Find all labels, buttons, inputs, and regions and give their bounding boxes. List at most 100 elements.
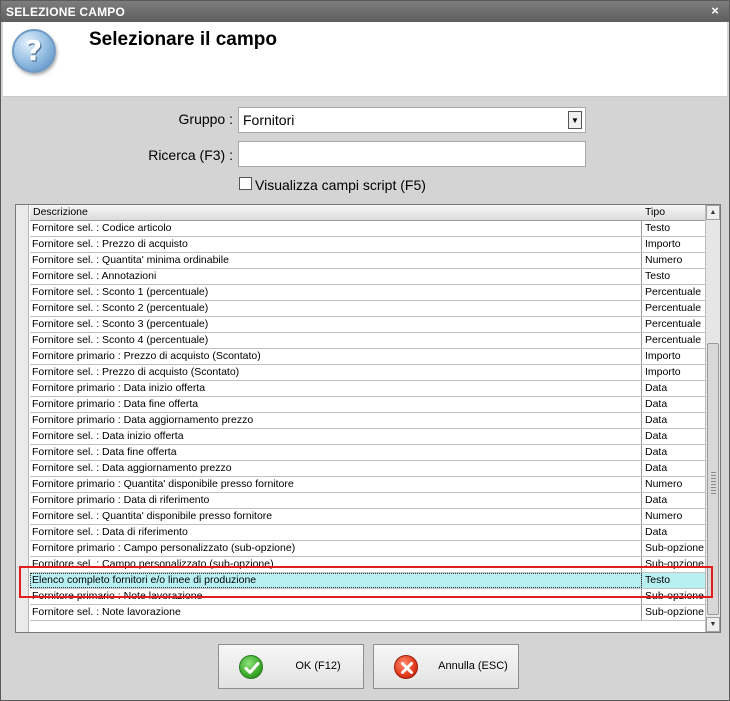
cell-tipo[interactable]: Sub-opzione: [642, 541, 707, 556]
cell-descrizione[interactable]: Fornitore sel. : Sconto 3 (percentuale): [30, 317, 642, 332]
script-checkbox[interactable]: [239, 177, 252, 190]
cell-descrizione[interactable]: Fornitore sel. : Sconto 2 (percentuale): [30, 301, 642, 316]
cell-tipo[interactable]: Numero: [642, 477, 707, 492]
table-row[interactable]: Fornitore primario : Data fine offerta Da…: [30, 397, 707, 413]
cell-tipo[interactable]: Testo: [642, 573, 707, 588]
table-row[interactable]: Fornitore sel. : Sconto 1 (percentuale) P…: [30, 285, 707, 301]
title-bar[interactable]: SELEZIONE CAMPO ×: [1, 1, 729, 22]
cell-tipo[interactable]: Testo: [642, 221, 707, 236]
cell-descrizione[interactable]: Fornitore primario : Prezzo di acquisto …: [30, 349, 642, 364]
column-header-descrizione[interactable]: Descrizione: [30, 205, 643, 221]
cell-descrizione[interactable]: Fornitore primario : Note lavorazione: [30, 589, 642, 604]
table-row[interactable]: Fornitore sel. : Data fine offerta Data: [30, 445, 707, 461]
table-row[interactable]: Fornitore sel. : Sconto 2 (percentuale) P…: [30, 301, 707, 317]
cell-tipo[interactable]: Importo: [642, 237, 707, 252]
cell-descrizione[interactable]: Fornitore sel. : Annotazioni: [30, 269, 642, 284]
cell-tipo[interactable]: Percentuale: [642, 317, 707, 332]
group-select[interactable]: Fornitori ▼: [238, 107, 586, 133]
script-checkbox-label[interactable]: Visualizza campi script (F5): [255, 177, 426, 193]
table-row[interactable]: Fornitore sel. : Campo personalizzato (s…: [30, 557, 707, 573]
table-row[interactable]: Fornitore sel. : Data di riferimento Data: [30, 525, 707, 541]
cell-tipo[interactable]: Data: [642, 429, 707, 444]
cell-tipo[interactable]: Sub-opzione: [642, 589, 707, 604]
cell-tipo[interactable]: Sub-opzione: [642, 557, 707, 572]
table-row[interactable]: Fornitore sel. : Prezzo di acquisto Impor…: [30, 237, 707, 253]
cell-tipo[interactable]: Percentuale: [642, 285, 707, 300]
cell-tipo[interactable]: Importo: [642, 349, 707, 364]
cell-descrizione[interactable]: Elenco completo fornitori e/o linee di p…: [30, 573, 642, 588]
check-icon: [239, 655, 263, 679]
table-row[interactable]: Fornitore sel. : Codice articolo Testo: [30, 221, 707, 237]
cell-descrizione[interactable]: Fornitore sel. : Data di riferimento: [30, 525, 642, 540]
table-row[interactable]: Fornitore primario : Quantita' disponibi…: [30, 477, 707, 493]
cell-descrizione[interactable]: Fornitore sel. : Quantita' minima ordina…: [30, 253, 642, 268]
table-row[interactable]: Fornitore primario : Note lavorazione Sub…: [30, 589, 707, 605]
grip-icon: [711, 472, 716, 494]
table-row[interactable]: Elenco completo fornitori e/o linee di p…: [30, 573, 707, 589]
table-row[interactable]: Fornitore sel. : Note lavorazione Sub-opz…: [30, 605, 707, 621]
cell-descrizione[interactable]: Fornitore primario : Data fine offerta: [30, 397, 642, 412]
table-row[interactable]: Fornitore sel. : Quantita' minima ordina…: [30, 253, 707, 269]
cell-descrizione[interactable]: Fornitore sel. : Sconto 4 (percentuale): [30, 333, 642, 348]
table-row[interactable]: Fornitore sel. : Quantita' disponibile p…: [30, 509, 707, 525]
cancel-icon: [394, 655, 418, 679]
cell-descrizione[interactable]: Fornitore sel. : Data inizio offerta: [30, 429, 642, 444]
scroll-up-icon[interactable]: ▲: [706, 205, 720, 220]
cell-descrizione[interactable]: Fornitore sel. : Campo personalizzato (s…: [30, 557, 642, 572]
cell-tipo[interactable]: Data: [642, 493, 707, 508]
cell-descrizione[interactable]: Fornitore sel. : Prezzo di acquisto: [30, 237, 642, 252]
cell-tipo[interactable]: Data: [642, 381, 707, 396]
search-input[interactable]: [238, 141, 586, 167]
ok-button[interactable]: OK (F12): [218, 644, 364, 689]
cell-tipo[interactable]: Data: [642, 525, 707, 540]
table-row[interactable]: Fornitore primario : Data di riferimento…: [30, 493, 707, 509]
table-row[interactable]: Fornitore primario : Data inizio offerta…: [30, 381, 707, 397]
table-row[interactable]: Fornitore sel. : Sconto 4 (percentuale) P…: [30, 333, 707, 349]
cell-descrizione[interactable]: Fornitore sel. : Prezzo di acquisto (Sco…: [30, 365, 642, 380]
table-row[interactable]: Fornitore sel. : Sconto 3 (percentuale) P…: [30, 317, 707, 333]
cell-descrizione[interactable]: Fornitore primario : Data di riferimento: [30, 493, 642, 508]
cell-tipo[interactable]: Data: [642, 413, 707, 428]
column-header-tipo[interactable]: Tipo: [642, 205, 707, 221]
page-title: Selezionare il campo: [89, 29, 277, 50]
cell-tipo[interactable]: Testo: [642, 269, 707, 284]
window-title: SELEZIONE CAMPO: [6, 5, 126, 19]
cell-descrizione[interactable]: Fornitore primario : Quantita' disponibi…: [30, 477, 642, 492]
cell-tipo[interactable]: Numero: [642, 509, 707, 524]
table-row[interactable]: Fornitore sel. : Data inizio offerta Data: [30, 429, 707, 445]
table-row[interactable]: Fornitore primario : Data aggiornamento …: [30, 413, 707, 429]
cell-descrizione[interactable]: Fornitore primario : Campo personalizzat…: [30, 541, 642, 556]
chevron-down-icon[interactable]: ▼: [568, 111, 582, 129]
cell-tipo[interactable]: Importo: [642, 365, 707, 380]
cell-descrizione[interactable]: Fornitore sel. : Note lavorazione: [30, 605, 642, 620]
cell-tipo[interactable]: Numero: [642, 253, 707, 268]
table-row[interactable]: Fornitore sel. : Data aggiornamento prez…: [30, 461, 707, 477]
scroll-down-icon[interactable]: ▼: [706, 617, 720, 632]
table-row[interactable]: Fornitore sel. : Prezzo di acquisto (Sco…: [30, 365, 707, 381]
cell-tipo[interactable]: Data: [642, 445, 707, 460]
question-icon: ?: [12, 29, 56, 73]
table-row[interactable]: Fornitore primario : Campo personalizzat…: [30, 541, 707, 557]
table-row[interactable]: Fornitore primario : Prezzo di acquisto …: [30, 349, 707, 365]
cell-tipo[interactable]: Percentuale: [642, 333, 707, 348]
cell-tipo[interactable]: Data: [642, 461, 707, 476]
fields-grid[interactable]: Descrizione Tipo Fornitore sel. : Codice…: [15, 204, 721, 633]
cell-descrizione[interactable]: Fornitore sel. : Quantita' disponibile p…: [30, 509, 642, 524]
table-row[interactable]: Fornitore sel. : Annotazioni Testo: [30, 269, 707, 285]
cell-descrizione[interactable]: Fornitore sel. : Sconto 1 (percentuale): [30, 285, 642, 300]
vertical-scrollbar[interactable]: ▲ ▼: [705, 205, 720, 632]
cell-descrizione[interactable]: Fornitore sel. : Data fine offerta: [30, 445, 642, 460]
cell-descrizione[interactable]: Fornitore primario : Data inizio offerta: [30, 381, 642, 396]
cell-descrizione[interactable]: Fornitore primario : Data aggiornamento …: [30, 413, 642, 428]
search-label: Ricerca (F3) :: [148, 147, 233, 163]
close-icon[interactable]: ×: [707, 3, 723, 19]
cell-descrizione[interactable]: Fornitore sel. : Codice articolo: [30, 221, 642, 236]
cell-tipo[interactable]: Sub-opzione: [642, 605, 707, 620]
grid-rows: Fornitore sel. : Codice articolo Testo For…: [30, 221, 707, 621]
cell-tipo[interactable]: Percentuale: [642, 301, 707, 316]
cell-tipo[interactable]: Data: [642, 397, 707, 412]
cancel-button[interactable]: Annulla (ESC): [373, 644, 519, 689]
scrollbar-thumb[interactable]: [707, 343, 719, 615]
row-indicator-column: [16, 205, 29, 632]
cell-descrizione[interactable]: Fornitore sel. : Data aggiornamento prez…: [30, 461, 642, 476]
